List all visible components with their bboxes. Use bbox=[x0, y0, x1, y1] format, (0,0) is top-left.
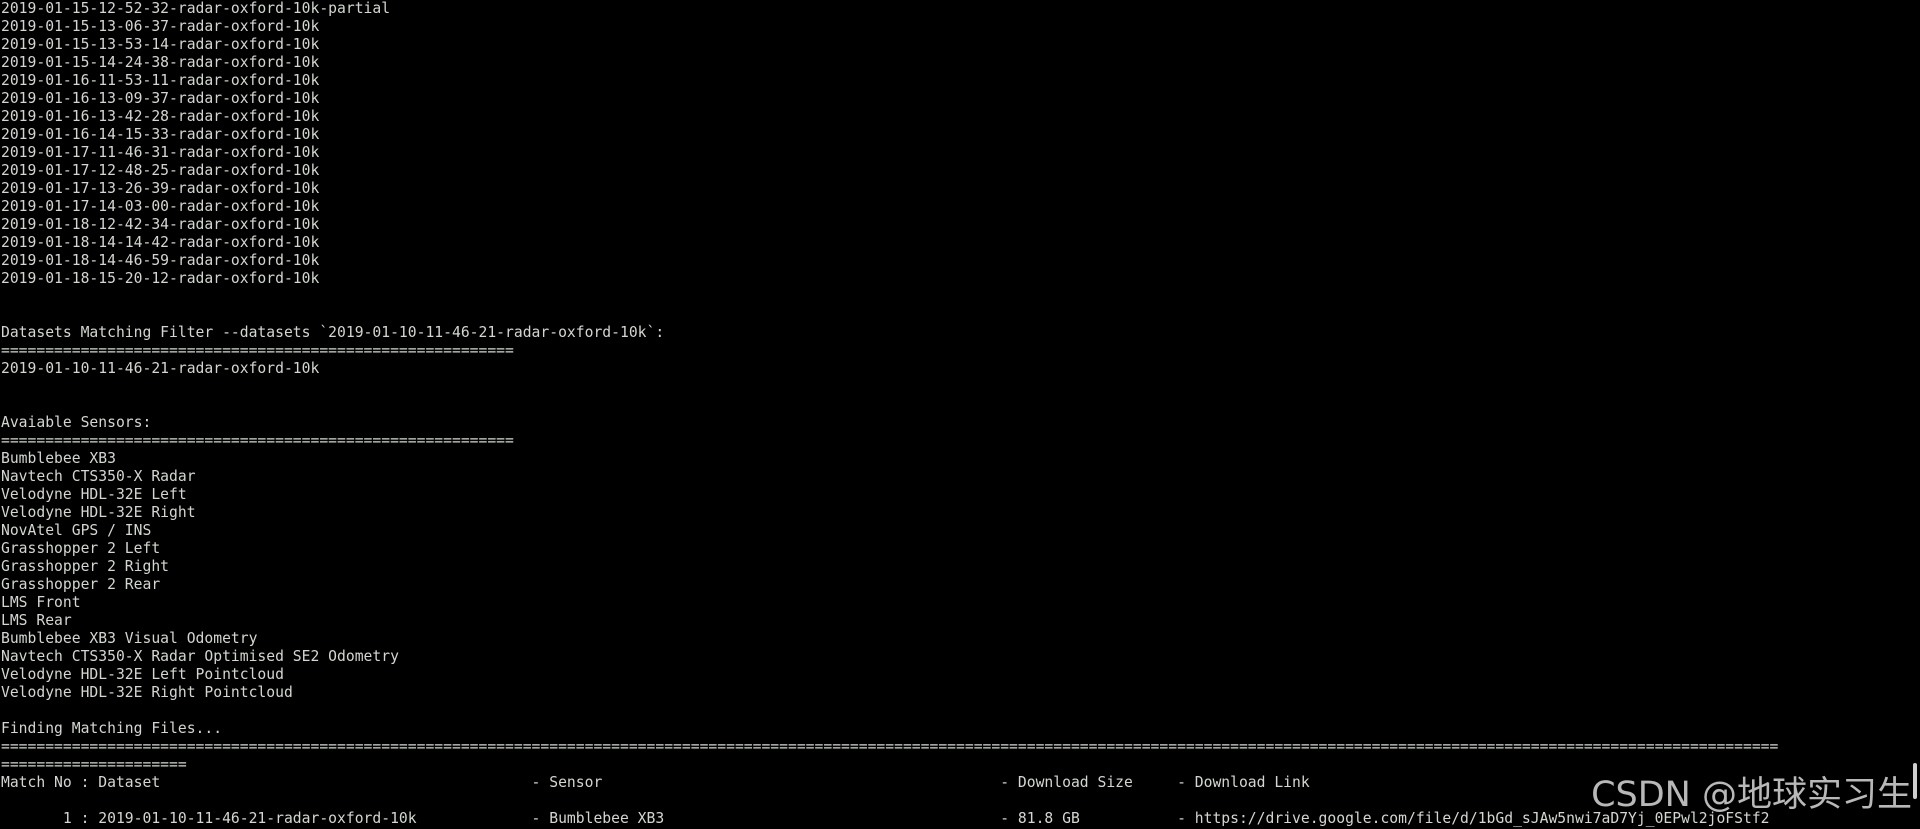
terminal-line: 2019-01-17-13-26-39-radar-oxford-10k bbox=[1, 180, 320, 197]
terminal-line: Grasshopper 2 Left bbox=[1, 540, 161, 557]
terminal-window[interactable]: 2019-01-15-12-52-32-radar-oxford-10k-par… bbox=[0, 0, 1920, 829]
terminal-line: ========================================… bbox=[1, 342, 514, 359]
terminal-line: Grasshopper 2 Right bbox=[1, 558, 170, 575]
terminal-line: Bumblebee XB3 bbox=[1, 450, 116, 467]
terminal-line: NovAtel GPS / INS bbox=[1, 522, 152, 539]
terminal-line: 1 : 2019-01-10-11-46-21-radar-oxford-10k… bbox=[1, 810, 1770, 827]
terminal-line: 2019-01-15-12-52-32-radar-oxford-10k-par… bbox=[1, 0, 391, 17]
terminal-line: ========================================… bbox=[1, 738, 1779, 755]
terminal-line: 2019-01-17-14-03-00-radar-oxford-10k bbox=[1, 198, 320, 215]
csdn-watermark: CSDN @地球实习生 bbox=[1591, 775, 1912, 815]
terminal-line: Grasshopper 2 Rear bbox=[1, 576, 161, 593]
terminal-line: Velodyne HDL-32E Left bbox=[1, 486, 187, 503]
terminal-output: 2019-01-15-12-52-32-radar-oxford-10k-par… bbox=[1, 0, 1778, 828]
terminal-line: Navtech CTS350-X Radar bbox=[1, 468, 196, 485]
terminal-line: Velodyne HDL-32E Right Pointcloud bbox=[1, 684, 293, 701]
terminal-line: LMS Front bbox=[1, 594, 81, 611]
terminal-line: 2019-01-10-11-46-21-radar-oxford-10k bbox=[1, 360, 320, 377]
terminal-line: 2019-01-15-14-24-38-radar-oxford-10k bbox=[1, 54, 320, 71]
terminal-line: Match No : Dataset - Sensor - Download S… bbox=[1, 774, 1310, 791]
terminal-line: Avaiable Sensors: bbox=[1, 414, 152, 431]
terminal-line: 2019-01-18-14-14-42-radar-oxford-10k bbox=[1, 234, 320, 251]
terminal-line: Velodyne HDL-32E Left Pointcloud bbox=[1, 666, 284, 683]
terminal-line: Navtech CTS350-X Radar Optimised SE2 Odo… bbox=[1, 648, 399, 665]
terminal-line: 2019-01-15-13-06-37-radar-oxford-10k bbox=[1, 18, 320, 35]
terminal-line: 2019-01-18-15-20-12-radar-oxford-10k bbox=[1, 270, 320, 287]
terminal-line: 2019-01-16-11-53-11-radar-oxford-10k bbox=[1, 72, 320, 89]
terminal-scrollbar[interactable] bbox=[1913, 763, 1917, 799]
terminal-line: Datasets Matching Filter --datasets `201… bbox=[1, 324, 665, 341]
terminal-line: 2019-01-18-14-46-59-radar-oxford-10k bbox=[1, 252, 320, 269]
terminal-line: ========================================… bbox=[1, 432, 514, 449]
terminal-line: 2019-01-16-13-09-37-radar-oxford-10k bbox=[1, 90, 320, 107]
terminal-line: 2019-01-15-13-53-14-radar-oxford-10k bbox=[1, 36, 320, 53]
terminal-line: 2019-01-16-14-15-33-radar-oxford-10k bbox=[1, 126, 320, 143]
terminal-line: ===================== bbox=[1, 756, 187, 773]
terminal-line: 2019-01-18-12-42-34-radar-oxford-10k bbox=[1, 216, 320, 233]
terminal-line: 2019-01-16-13-42-28-radar-oxford-10k bbox=[1, 108, 320, 125]
terminal-line: Finding Matching Files... bbox=[1, 720, 223, 737]
terminal-line: 2019-01-17-11-46-31-radar-oxford-10k bbox=[1, 144, 320, 161]
terminal-line: Bumblebee XB3 Visual Odometry bbox=[1, 630, 258, 647]
terminal-line: 2019-01-17-12-48-25-radar-oxford-10k bbox=[1, 162, 320, 179]
terminal-line: Velodyne HDL-32E Right bbox=[1, 504, 196, 521]
terminal-line: LMS Rear bbox=[1, 612, 72, 629]
